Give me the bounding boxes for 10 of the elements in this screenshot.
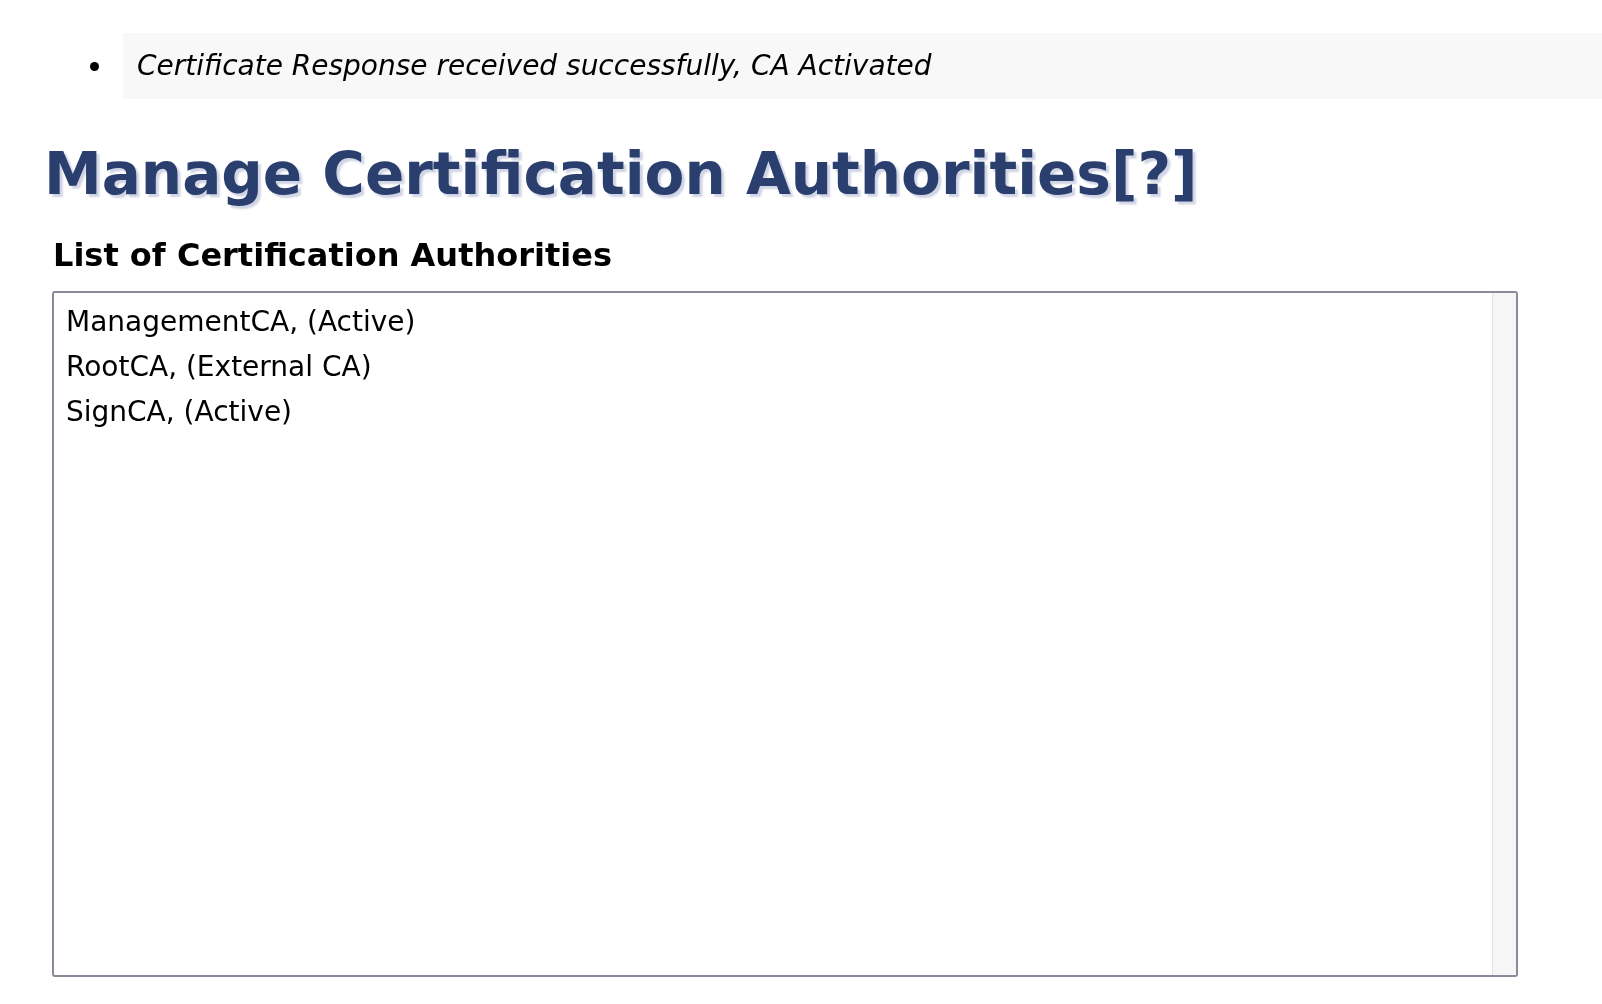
list-option[interactable]: SignCA, (Active) (64, 388, 1482, 434)
help-link[interactable]: [?] (1110, 143, 1198, 207)
list-option[interactable]: ManagementCA, (Active) (64, 298, 1482, 344)
bullet-icon (90, 61, 99, 71)
page-heading: Manage Certification Authorities (44, 143, 1111, 207)
list-heading: List of Certification Authorities (53, 234, 613, 276)
list-option[interactable]: RootCA, (External CA) (64, 343, 1482, 389)
scrollbar-track[interactable] (1492, 292, 1516, 975)
status-message: Certificate Response received successfully, CA Activated (123, 33, 1602, 99)
ca-listbox[interactable]: ManagementCA, (Active) RootCA, (External CA) SignCA, (Active) (52, 290, 1518, 977)
